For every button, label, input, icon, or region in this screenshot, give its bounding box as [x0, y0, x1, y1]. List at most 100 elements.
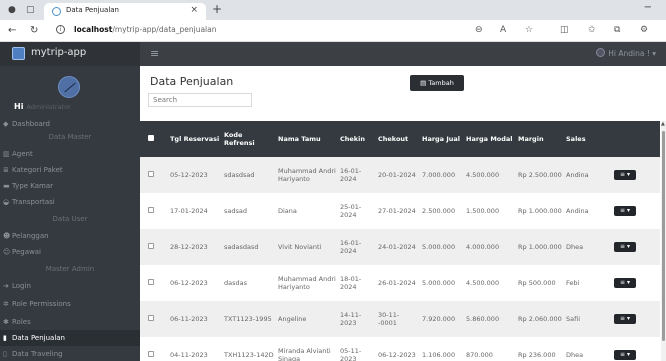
- add-button-label: Tambah: [428, 79, 454, 87]
- tab-actions-icon[interactable]: ▢: [26, 5, 35, 15]
- row-actions: ≡ ▾: [610, 193, 660, 229]
- sidebar-item-pelanggan[interactable]: ☻ Pelanggan: [0, 228, 140, 244]
- read-aloud-icon[interactable]: A: [500, 25, 506, 35]
- row-action-menu-button[interactable]: ≡ ▾: [614, 242, 636, 252]
- cell-margin: Rp 236.000: [518, 350, 556, 359]
- browser-tab[interactable]: Data Penjualan ×: [44, 3, 206, 20]
- row-actions: ≡ ▾: [610, 337, 660, 361]
- cell-chekin: 18-01-2024: [340, 274, 362, 291]
- row-checkbox[interactable]: [140, 157, 166, 193]
- cell-chekout: 26-01-2024: [378, 278, 416, 287]
- row-action-menu-button[interactable]: ≡ ▾: [614, 278, 636, 288]
- url-field[interactable]: i localhost/mytrip-app/data_penjualan: [52, 23, 522, 39]
- col-header[interactable]: Chekout: [374, 121, 418, 157]
- row-action-menu-button[interactable]: ≡ ▾: [614, 350, 636, 360]
- sidebar-item-login[interactable]: ➔ Login: [0, 278, 140, 294]
- menu-toggle-icon[interactable]: ≡: [150, 47, 159, 60]
- brand[interactable]: mytrip-app: [0, 42, 140, 66]
- cell-chekin: 16-01-2024: [340, 166, 362, 183]
- sidebar-item-kategori-paket[interactable]: ≣ Kategori Paket: [0, 162, 140, 178]
- cell-sales: Safii: [566, 314, 581, 323]
- col-header[interactable]: Chekin: [336, 121, 374, 157]
- minimize-icon[interactable]: −: [644, 2, 652, 13]
- cell-chekin: 05-11-2023: [340, 346, 362, 361]
- sidebar-avatar: [58, 76, 80, 98]
- add-button[interactable]: ▤ Tambah: [410, 75, 464, 91]
- info-icon[interactable]: i: [56, 25, 65, 34]
- sidebar-item-type-kamar[interactable]: ▬ Type Kamar: [0, 178, 140, 194]
- sidebar-item-agent[interactable]: ▥ Agent: [0, 146, 140, 162]
- cell-chekout: 20-01-2024: [378, 170, 416, 179]
- favorites-list-icon[interactable]: ✩: [588, 25, 596, 35]
- sidebar: Hi Administrator ◆ Dashboard Data Master ▥…: [0, 66, 140, 361]
- row-checkbox[interactable]: [140, 265, 166, 301]
- file-icon: ▮: [3, 334, 7, 342]
- globe-icon: [52, 7, 61, 16]
- row-actions: ≡ ▾: [610, 229, 660, 265]
- col-header[interactable]: Nama Tamu: [274, 121, 336, 157]
- cell-jual: 5.000.000: [422, 278, 456, 287]
- user-menu[interactable]: Hi Andina ! ▾: [596, 48, 656, 58]
- profile-icon[interactable]: ●: [8, 5, 16, 15]
- col-header[interactable]: Sales: [562, 121, 610, 157]
- sidebar-item-role-permissions[interactable]: ✲ Role Permissions: [0, 296, 140, 312]
- cell-margin: Rp 1.000.000: [518, 206, 562, 215]
- cell-nama: Vivit Novianti: [278, 242, 322, 251]
- row-checkbox[interactable]: [140, 229, 166, 265]
- table-row: 05-12-2023 sdasdsad Muhammad Andri Hariyan…: [140, 157, 660, 193]
- scroll-up-icon[interactable]: ▲: [661, 121, 665, 127]
- table-scrollbar[interactable]: ▲: [661, 121, 666, 361]
- split-screen-icon[interactable]: ◫: [560, 25, 569, 35]
- row-actions: ≡ ▾: [610, 157, 660, 193]
- row-action-menu-button[interactable]: ≡ ▾: [614, 206, 636, 216]
- row-action-menu-button[interactable]: ≡ ▾: [614, 170, 636, 180]
- bank-icon: ▥: [3, 150, 10, 158]
- cell-chekout: 06-12-2023: [378, 350, 416, 359]
- select-all-checkbox[interactable]: [140, 121, 166, 157]
- row-action-menu-button[interactable]: ≡ ▾: [614, 314, 636, 324]
- cell-tgl: 06-12-2023: [170, 278, 208, 287]
- cell-kode: TXH1123-142D: [224, 350, 274, 359]
- cell-tgl: 04-11-2023: [170, 350, 208, 359]
- scrollbar-thumb[interactable]: [662, 131, 665, 341]
- new-tab-icon[interactable]: +: [212, 2, 222, 16]
- cell-nama: Angeline: [278, 314, 307, 323]
- cell-margin: Rp 2.500.000: [518, 170, 562, 179]
- row-checkbox[interactable]: [140, 193, 166, 229]
- row-checkbox[interactable]: [140, 301, 166, 337]
- cell-modal: 870.000: [466, 350, 493, 359]
- cell-sales: Andina: [566, 206, 589, 215]
- table-header-row: Tgl Reservasi Kode Refrensi Nama Tamu Ch…: [140, 121, 660, 157]
- col-header[interactable]: Harga Jual: [418, 121, 462, 157]
- sidebar-item-roles[interactable]: ✱ Roles: [0, 314, 140, 330]
- back-icon[interactable]: ←: [8, 25, 16, 36]
- cell-kode: TXT1123-1995: [224, 314, 272, 323]
- logo-icon: [12, 47, 25, 60]
- favorite-icon[interactable]: ☆: [525, 25, 533, 35]
- collections-icon[interactable]: ⧉: [614, 25, 620, 35]
- page-title: Data Penjualan: [150, 75, 234, 88]
- close-tab-icon[interactable]: ×: [190, 5, 198, 15]
- col-header[interactable]: Harga Modal: [462, 121, 514, 157]
- search-input[interactable]: Search: [148, 93, 252, 107]
- sidebar-item-data-penjualan[interactable]: ▮ Data Penjualan: [0, 330, 140, 346]
- extensions-icon[interactable]: ⚙: [640, 25, 648, 35]
- cell-tgl: 06-11-2023: [170, 314, 208, 323]
- cell-jual: 1.106.000: [422, 350, 456, 359]
- app-name: mytrip-app: [31, 47, 87, 58]
- cell-tgl: 28-12-2023: [170, 242, 208, 251]
- cell-jual: 7.920.000: [422, 314, 456, 323]
- zoom-icon[interactable]: ⊖: [475, 25, 483, 35]
- row-checkbox[interactable]: [140, 337, 166, 361]
- sidebar-item-data-traveling[interactable]: ▯ Data Traveling: [0, 346, 140, 361]
- file-plus-icon: ▤: [420, 79, 427, 87]
- refresh-icon[interactable]: ↻: [30, 25, 38, 36]
- row-actions: ≡ ▾: [610, 265, 660, 301]
- cell-sales: Dhea: [566, 350, 584, 359]
- sidebar-item-pegawai[interactable]: ☺ Pegawai: [0, 244, 140, 260]
- table-row: 06-11-2023 TXT1123-1995 Angeline 14-11-2023…: [140, 301, 660, 337]
- col-header[interactable]: Tgl Reservasi: [166, 121, 220, 157]
- col-header[interactable]: Margin: [514, 121, 562, 157]
- sidebar-item-transportasi[interactable]: ◒ Transportasi: [0, 194, 140, 210]
- col-header[interactable]: Kode Refrensi: [220, 121, 274, 157]
